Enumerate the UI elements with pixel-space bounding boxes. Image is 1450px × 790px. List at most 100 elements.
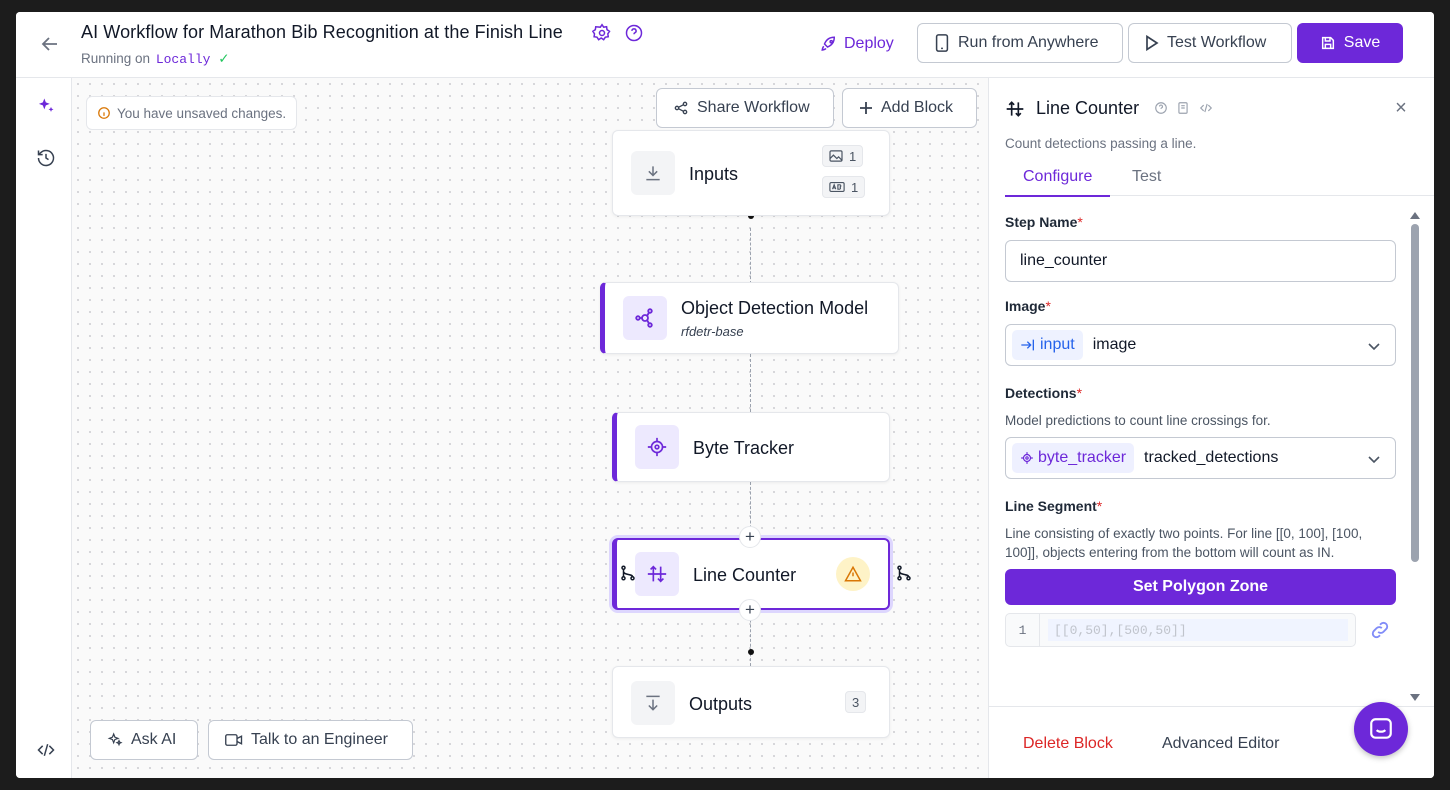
outputs-node[interactable]: Outputs 3 (612, 666, 890, 738)
workflow-canvas[interactable]: You have unsaved changes. Share Workflow… (72, 78, 988, 778)
arrow-into-icon (1020, 338, 1036, 352)
running-status: Running on Locally ✓ (81, 51, 230, 67)
running-env[interactable]: Locally (156, 52, 211, 67)
advanced-editor-button[interactable]: Advanced Editor (1162, 735, 1279, 753)
detections-label-text: Detections (1005, 385, 1077, 401)
workflow-title: AI Workflow for Marathon Bib Recognition… (81, 22, 563, 42)
chat-launcher-button[interactable] (1354, 702, 1408, 756)
required-marker: * (1096, 498, 1103, 514)
image-count: 1 (849, 148, 857, 164)
image-input-count: 1 (822, 145, 864, 167)
save-button[interactable]: Save (1297, 23, 1403, 63)
text-param-icon (829, 181, 845, 193)
scroll-thumb[interactable] (1411, 224, 1419, 562)
inputs-title: Inputs (689, 164, 739, 184)
share-icon (673, 100, 689, 116)
step-name-value: line_counter (1020, 252, 1108, 269)
code-icon[interactable] (36, 740, 56, 760)
left-rail (16, 78, 72, 778)
byte-tracker-node[interactable]: Byte Tracker (612, 412, 890, 482)
image-icon (829, 150, 843, 162)
back-arrow-icon[interactable] (38, 32, 62, 56)
line-segment-help: Line consisting of exactly two points. F… (1005, 526, 1363, 560)
object-detection-node[interactable]: Object Detection Model rfdetr-base (600, 282, 899, 354)
close-icon[interactable]: × (1391, 98, 1411, 118)
panel-title: Line Counter (1036, 98, 1140, 118)
panel-tabs: Configure Test (1004, 162, 1434, 197)
byte-tracker-chip: byte_tracker (1012, 443, 1135, 473)
chevron-down-icon (1367, 452, 1381, 466)
model-hub-icon (623, 296, 667, 340)
tab-test[interactable]: Test (1132, 168, 1161, 186)
add-step-below-button[interactable]: + (739, 599, 761, 621)
line-counter-icon (635, 552, 679, 596)
panel-description: Count detections passing a line. (1005, 136, 1197, 151)
detection-subtitle: rfdetr-base (681, 324, 744, 339)
image-label-text: Image (1005, 298, 1046, 314)
counter-title: Line Counter (693, 565, 797, 585)
history-icon[interactable] (36, 148, 56, 168)
detections-help: Model predictions to count line crossing… (1005, 413, 1271, 428)
image-select[interactable]: input image (1005, 324, 1396, 366)
step-name-input[interactable]: line_counter (1005, 240, 1396, 282)
share-workflow-label: Share Workflow (697, 99, 810, 116)
run-anywhere-button[interactable]: Run from Anywhere (917, 23, 1123, 63)
test-workflow-label: Test Workflow (1167, 34, 1267, 51)
rocket-icon (820, 35, 838, 53)
scroll-down-arrow-icon[interactable] (1410, 694, 1420, 701)
line-segment-label: Line Segment* (1005, 498, 1102, 514)
line-number: 1 (1006, 614, 1040, 646)
line-segment-code-editor[interactable]: 1 [[0,50],[500,50]] (1005, 613, 1356, 647)
ask-ai-button[interactable]: Ask AI (90, 720, 198, 760)
check-icon: ✓ (218, 51, 230, 66)
inputs-node[interactable]: Inputs 1 1 (612, 130, 890, 216)
outputs-count-badge: 3 (845, 691, 867, 713)
detections-select-value: tracked_detections (1144, 449, 1279, 466)
sparkles-icon[interactable] (36, 96, 56, 116)
ask-ai-label: Ask AI (131, 731, 177, 748)
download-icon (631, 151, 675, 195)
outputs-count: 3 (852, 694, 860, 710)
image-select-value: image (1092, 336, 1137, 353)
panel-scrollbar[interactable] (1409, 206, 1420, 706)
running-prefix: Running on (81, 51, 151, 66)
help-circle-icon[interactable] (624, 23, 644, 43)
unsaved-changes-notice: You have unsaved changes. (86, 96, 298, 130)
help-circle-icon[interactable] (1154, 101, 1168, 115)
scroll-up-arrow-icon[interactable] (1410, 212, 1420, 219)
required-marker: * (1077, 214, 1083, 230)
input-chip-label: input (1040, 336, 1075, 353)
line-counter-icon (1005, 99, 1025, 119)
docs-icon[interactable] (1176, 101, 1190, 115)
step-name-label-text: Step Name (1005, 214, 1078, 230)
delete-block-button[interactable]: Delete Block (1023, 735, 1113, 753)
settings-gear-icon[interactable] (592, 23, 612, 43)
phone-icon (934, 34, 950, 52)
branch-left-icon[interactable] (619, 564, 637, 582)
block-config-panel: Line Counter × Count detections passing … (988, 78, 1434, 778)
run-anywhere-label: Run from Anywhere (958, 34, 1099, 51)
talk-engineer-label: Talk to an Engineer (251, 731, 388, 748)
video-camera-icon (225, 733, 243, 747)
app-window: AI Workflow for Marathon Bib Recognition… (16, 12, 1434, 778)
connector-line (750, 354, 751, 412)
code-icon[interactable] (1198, 101, 1214, 115)
deploy-button[interactable]: Deploy (812, 26, 902, 62)
input-chip: input (1012, 330, 1083, 360)
test-workflow-button[interactable]: Test Workflow (1128, 23, 1292, 63)
target-icon (635, 425, 679, 469)
connector-dot (748, 649, 754, 655)
set-polygon-zone-button[interactable]: Set Polygon Zone (1005, 569, 1396, 605)
warning-triangle-icon[interactable] (836, 557, 870, 591)
param-input-count: 1 (822, 176, 866, 198)
share-workflow-button[interactable]: Share Workflow (656, 88, 834, 128)
link-icon[interactable] (1369, 619, 1391, 641)
talk-engineer-button[interactable]: Talk to an Engineer (208, 720, 413, 760)
tab-configure[interactable]: Configure (1004, 168, 1111, 197)
branch-right-icon[interactable] (895, 564, 913, 582)
detections-select[interactable]: byte_tracker tracked_detections (1005, 437, 1396, 479)
add-block-button[interactable]: Add Block (842, 88, 977, 128)
add-step-above-button[interactable]: + (739, 526, 761, 548)
line-segment-code: [[0,50],[500,50]] (1048, 619, 1348, 641)
required-marker: * (1045, 298, 1051, 314)
